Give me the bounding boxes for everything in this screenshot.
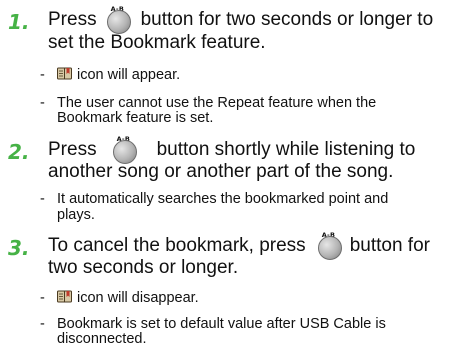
step-number: 2. <box>8 140 30 164</box>
bullet-text: Bookmark feature is set. <box>57 110 214 126</box>
step-instruction: Press A-B button for two seconds or longer… <box>48 5 434 34</box>
step-instruction: To cancel the bookmark, press A-B button f… <box>48 231 430 260</box>
press-text: Press <box>48 139 97 160</box>
step-instruction-line2: two seconds or longer. <box>48 257 239 278</box>
bullet-text: The user cannot use the Repeat feature w… <box>57 95 377 111</box>
bullet-text: disconnected. <box>57 331 147 347</box>
bullet-dash: - <box>40 95 45 111</box>
bullet-text: icon will disappear. <box>77 290 199 306</box>
step-number: 3. <box>8 236 30 260</box>
step-instruction-line2: set the Bookmark feature. <box>48 32 266 53</box>
bullet-dash: - <box>40 191 45 207</box>
instruction-text: button for <box>349 235 430 256</box>
ab-button-icon: A-B <box>105 5 133 34</box>
bullet-dash: - <box>40 67 45 83</box>
ab-button-icon: A-B <box>316 231 344 260</box>
bullet-dash: - <box>40 290 45 306</box>
bookmark-icon <box>57 290 72 303</box>
instruction-text: button for two seconds or longer to <box>140 9 434 30</box>
bullet-dash: - <box>40 316 45 332</box>
press-text: Press <box>48 9 97 30</box>
bullet-text: icon will appear. <box>77 67 181 83</box>
step-number: 1. <box>8 10 30 34</box>
ab-button-icon: A-B <box>111 135 139 164</box>
instruction-text: To cancel the bookmark, press <box>48 235 306 256</box>
bullet-text: Bookmark is set to default value after U… <box>57 316 386 332</box>
bullet-text: plays. <box>57 207 95 223</box>
bookmark-icon <box>57 67 72 80</box>
step-instruction: Press A-B button shortly while listening t… <box>48 135 416 164</box>
step-instruction-line2: another song or another part of the song… <box>48 161 394 182</box>
bullet-text: It automatically searches the bookmarked… <box>57 191 389 207</box>
instruction-text: button shortly while listening to <box>156 139 416 160</box>
